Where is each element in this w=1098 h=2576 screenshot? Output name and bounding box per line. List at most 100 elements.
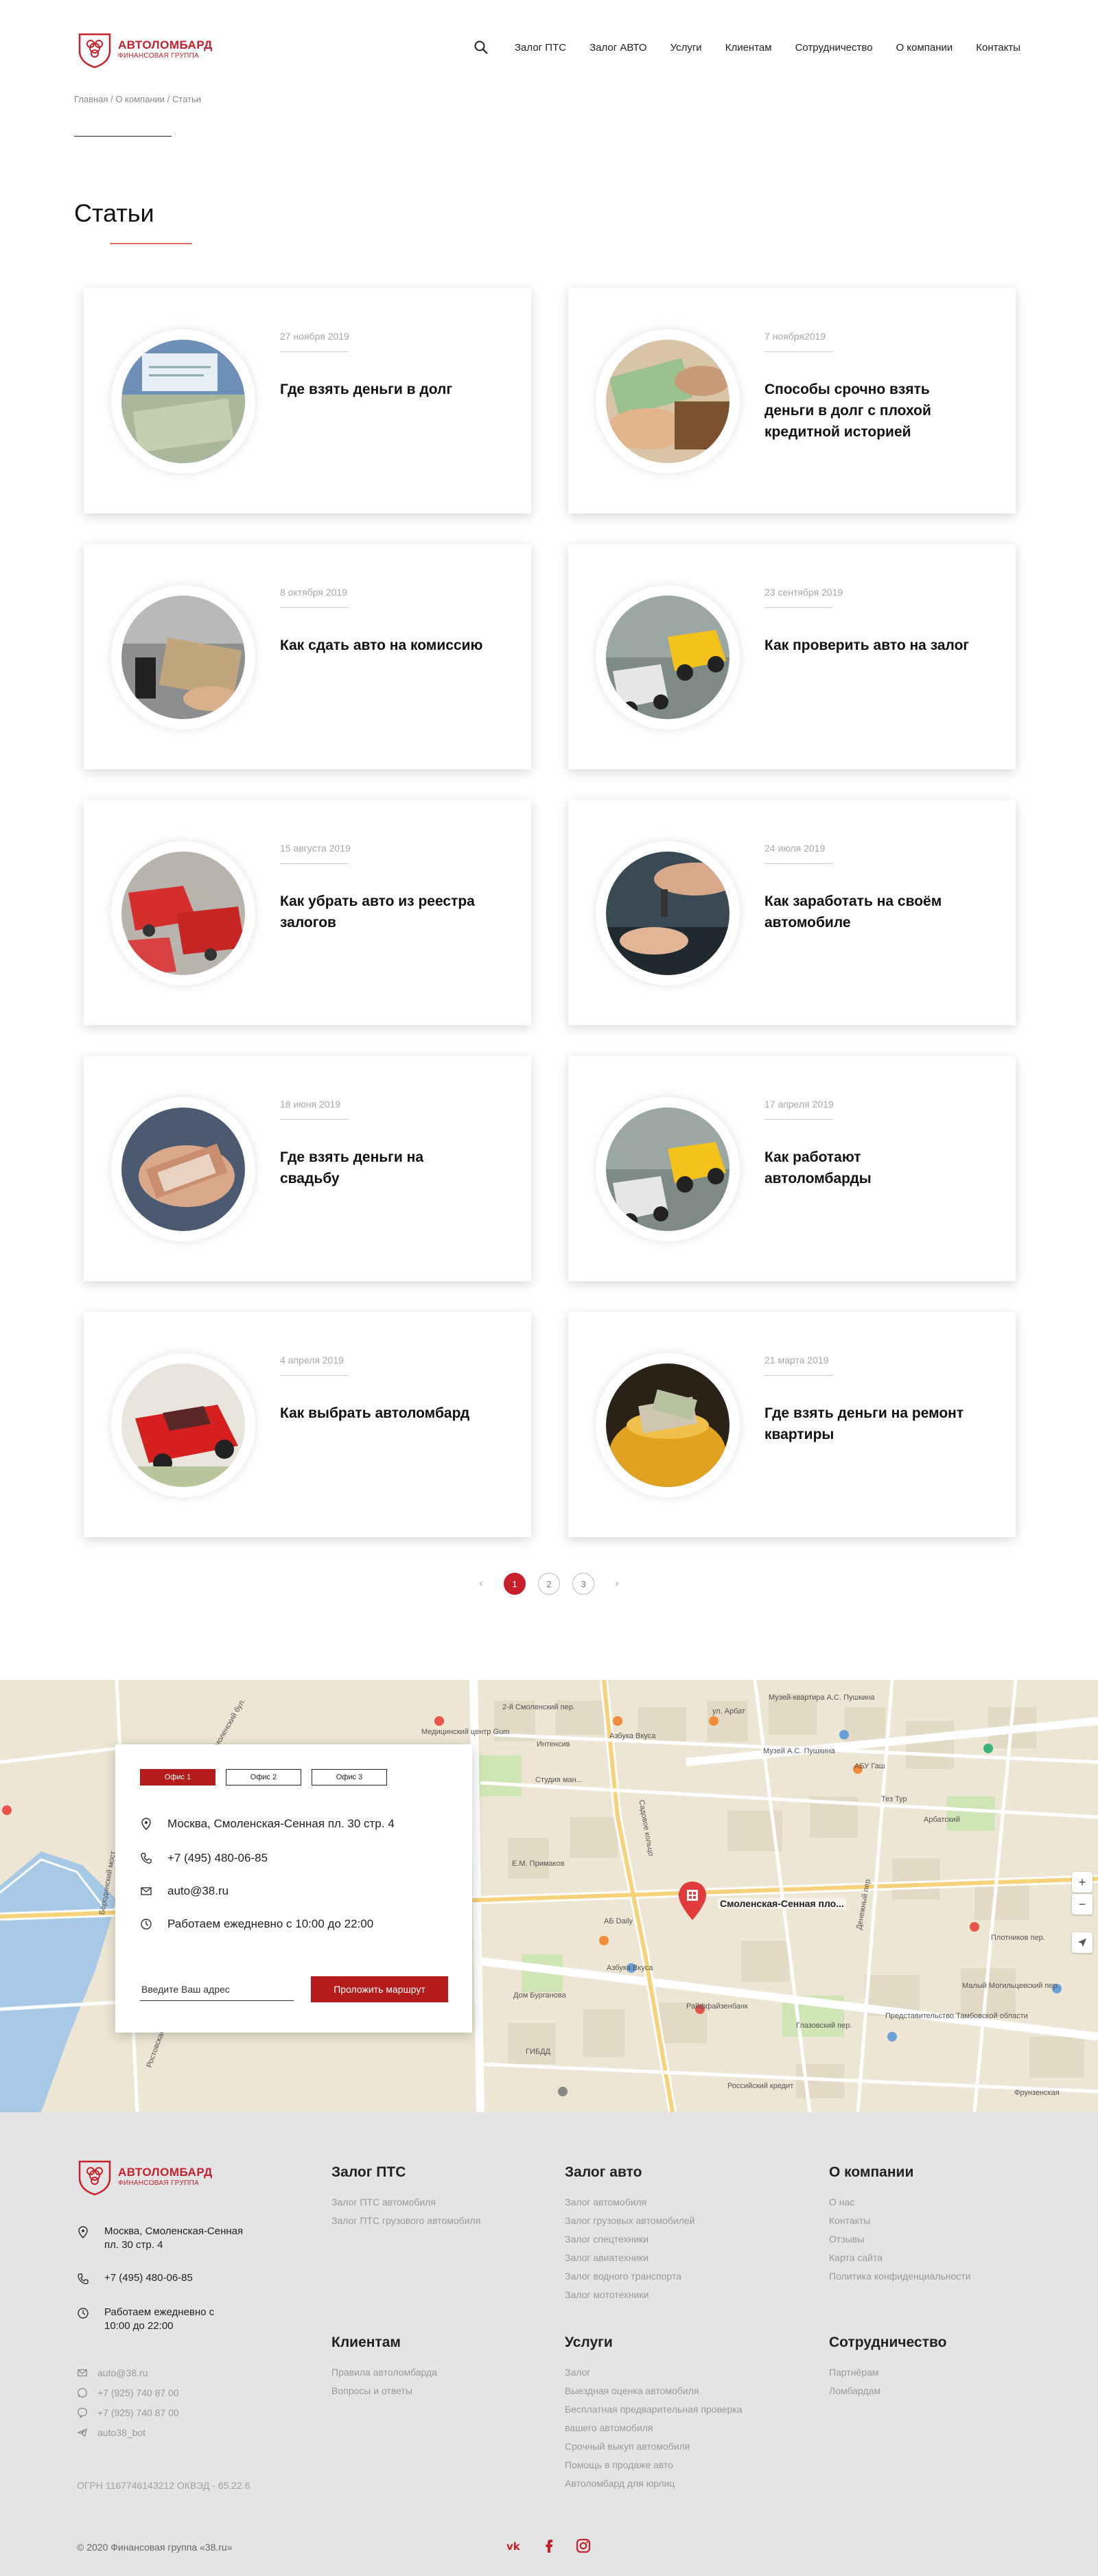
nav-item-auto[interactable]: Залог АВТО (589, 42, 646, 54)
article-card[interactable]: 15 августа 2019 Как убрать авто из реестр… (84, 800, 531, 1025)
nav-item-contacts[interactable]: Контакты (976, 42, 1020, 54)
footer-link[interactable]: Залог водного транспорта (565, 2267, 695, 2286)
facebook-icon[interactable] (541, 2538, 557, 2554)
footer-link[interactable]: Политика конфиденциальности (829, 2267, 971, 2286)
article-thumbnail[interactable] (111, 585, 255, 729)
footer-link[interactable]: Карта сайта (829, 2249, 971, 2267)
footer-link[interactable]: Залог (565, 2363, 743, 2382)
footer-link[interactable]: Автоломбард для юрлиц (565, 2474, 743, 2493)
nav-item-pts[interactable]: Залог ПТС (515, 42, 566, 54)
article-title[interactable]: Как работают автоломбарды (764, 1147, 970, 1189)
breadcrumb-about[interactable]: О компании (115, 94, 165, 104)
article-thumbnail[interactable] (596, 329, 740, 473)
footer-link[interactable]: Помощь в продаже авто (565, 2456, 743, 2474)
footer-telegram-text[interactable]: auto38_bot (97, 2427, 145, 2438)
map-label: Тез Тур (881, 1795, 907, 1803)
article-thumbnail[interactable] (111, 841, 255, 985)
footer-link[interactable]: О нас (829, 2193, 971, 2212)
article-title[interactable]: Способы срочно взять деньги в долг с пло… (764, 379, 970, 443)
pagination-next-icon[interactable]: › (607, 1578, 627, 1590)
article-thumbnail[interactable] (111, 1353, 255, 1497)
article-card[interactable]: 21 марта 2019 Где взять деньги на ремонт … (568, 1312, 1016, 1537)
footer-link[interactable]: вашего автомобиля (565, 2419, 743, 2437)
article-card[interactable]: 8 октября 2019 Как сдать авто на комиссию (84, 544, 531, 769)
article-image (121, 340, 245, 463)
map-marker-icon[interactable] (677, 1880, 708, 1921)
office-email[interactable]: auto@38.ru (167, 1884, 229, 1898)
footer-viber-text[interactable]: +7 (925) 740 87 00 (97, 2407, 179, 2418)
footer-link[interactable]: Залог ПТС автомобиля (331, 2193, 480, 2212)
footer-link[interactable]: Выездная оценка автомобиля (565, 2382, 743, 2400)
pagination-page-1[interactable]: 1 (504, 1573, 526, 1595)
footer-link[interactable]: Срочный выкуп автомобиля (565, 2437, 743, 2456)
map-zoom-out-button[interactable]: − (1072, 1894, 1093, 1915)
search-icon[interactable] (474, 40, 489, 55)
footer-link[interactable]: Партнёрам (829, 2363, 946, 2382)
article-image (606, 1363, 729, 1487)
map[interactable]: Медицинский центр Gum 2-й Смоленский пер… (0, 1680, 1098, 2112)
nav-item-clients[interactable]: Клиентам (725, 42, 772, 54)
footer-link[interactable]: Залог автомобиля (565, 2193, 695, 2212)
logo[interactable]: АВТОЛОМБАРД ФИНАНСОВАЯ ГРУППА (77, 30, 213, 69)
article-thumbnail[interactable] (111, 329, 255, 473)
footer-link[interactable]: Залог мототехники (565, 2286, 695, 2304)
footer-link[interactable]: Отзывы (829, 2230, 971, 2249)
footer-link[interactable]: Бесплатная предварительная проверка (565, 2400, 743, 2419)
footer-link[interactable]: Залог спецтехники (565, 2230, 695, 2249)
footer-link[interactable]: Ломбардам (829, 2382, 946, 2400)
article-card[interactable]: 23 сентября 2019 Как проверить авто на за… (568, 544, 1016, 769)
footer-logo[interactable]: АВТОЛОМБАРД ФИНАНСОВАЯ ГРУППА (77, 2157, 213, 2196)
divider (280, 351, 349, 352)
article-card[interactable]: 27 ноября 2019 Где взять деньги в долг (84, 288, 531, 513)
footer-link[interactable]: Залог авиатехники (565, 2249, 695, 2267)
nav-item-services[interactable]: Услуги (670, 42, 702, 54)
article-card[interactable]: 18 июня 2019 Где взять деньги на свадьбу (84, 1056, 531, 1281)
article-title[interactable]: Как проверить авто на залог (764, 635, 970, 656)
footer-link[interactable]: Правила автоломбарда (331, 2363, 437, 2382)
article-title[interactable]: Где взять деньги на ремонт квартиры (764, 1403, 970, 1445)
tab-office-3[interactable]: Офис 3 (312, 1769, 387, 1785)
article-thumbnail[interactable] (596, 585, 740, 729)
article-title[interactable]: Как выбрать автоломбард (280, 1403, 486, 1424)
tab-office-2[interactable]: Офис 2 (226, 1769, 301, 1785)
footer-phone-text[interactable]: +7 (495) 480-06-85 (104, 2271, 193, 2285)
instagram-icon[interactable] (575, 2538, 592, 2554)
footer-link[interactable]: Залог ПТС грузового автомобиля (331, 2212, 480, 2230)
tab-office-1[interactable]: Офис 1 (140, 1769, 215, 1785)
divider (764, 1119, 833, 1120)
article-title[interactable]: Где взять деньги на свадьбу (280, 1147, 486, 1189)
map-label: Плотников пер. (991, 1934, 1045, 1942)
build-route-button[interactable]: Проложить маршрут (311, 1976, 448, 2002)
article-card[interactable]: 4 апреля 2019 Как выбрать автоломбард (84, 1312, 531, 1537)
map-zoom-in-button[interactable]: + (1072, 1872, 1093, 1893)
article-title[interactable]: Как убрать авто из реестра залогов (280, 891, 486, 933)
office-phone[interactable]: +7 (495) 480-06-85 (167, 1851, 268, 1865)
footer-whatsapp-text[interactable]: +7 (925) 740 87 00 (97, 2387, 179, 2398)
pagination-page-3[interactable]: 3 (572, 1573, 594, 1595)
article-title[interactable]: Как сдать авто на комиссию (280, 635, 486, 656)
pagination-page-2[interactable]: 2 (538, 1573, 560, 1595)
article-title[interactable]: Как заработать на своём автомобиле (764, 891, 970, 933)
article-card[interactable]: 17 апреля 2019 Как работают автоломбарды (568, 1056, 1016, 1281)
article-thumbnail[interactable] (596, 841, 740, 985)
footer-email-text[interactable]: auto@38.ru (97, 2367, 148, 2378)
nav-item-about[interactable]: О компании (896, 42, 953, 54)
address-input[interactable] (140, 1978, 294, 2001)
map-locate-button[interactable] (1072, 1932, 1093, 1953)
breadcrumb-home[interactable]: Главная (74, 94, 108, 104)
vk-icon[interactable]: vk (506, 2538, 523, 2554)
article-thumbnail[interactable] (596, 1353, 740, 1497)
article-card[interactable]: 24 июля 2019 Как заработать на своём авто… (568, 800, 1016, 1025)
article-title[interactable]: Где взять деньги в долг (280, 379, 486, 400)
footer-link[interactable]: Залог грузовых автомобилей (565, 2212, 695, 2230)
pagination-prev-icon[interactable]: ‹ (471, 1578, 491, 1590)
article-thumbnail[interactable] (111, 1097, 255, 1241)
article-image (121, 1108, 245, 1231)
footer-link[interactable]: Вопросы и ответы (331, 2382, 437, 2400)
phone-icon (141, 1853, 152, 1864)
article-card[interactable]: 7 ноября2019 Способы срочно взять деньги … (568, 288, 1016, 513)
article-thumbnail[interactable] (596, 1097, 740, 1241)
nav-item-partnership[interactable]: Сотрудничество (795, 42, 873, 54)
footer-link[interactable]: Контакты (829, 2212, 971, 2230)
map-label: Интенсив (537, 1740, 570, 1748)
